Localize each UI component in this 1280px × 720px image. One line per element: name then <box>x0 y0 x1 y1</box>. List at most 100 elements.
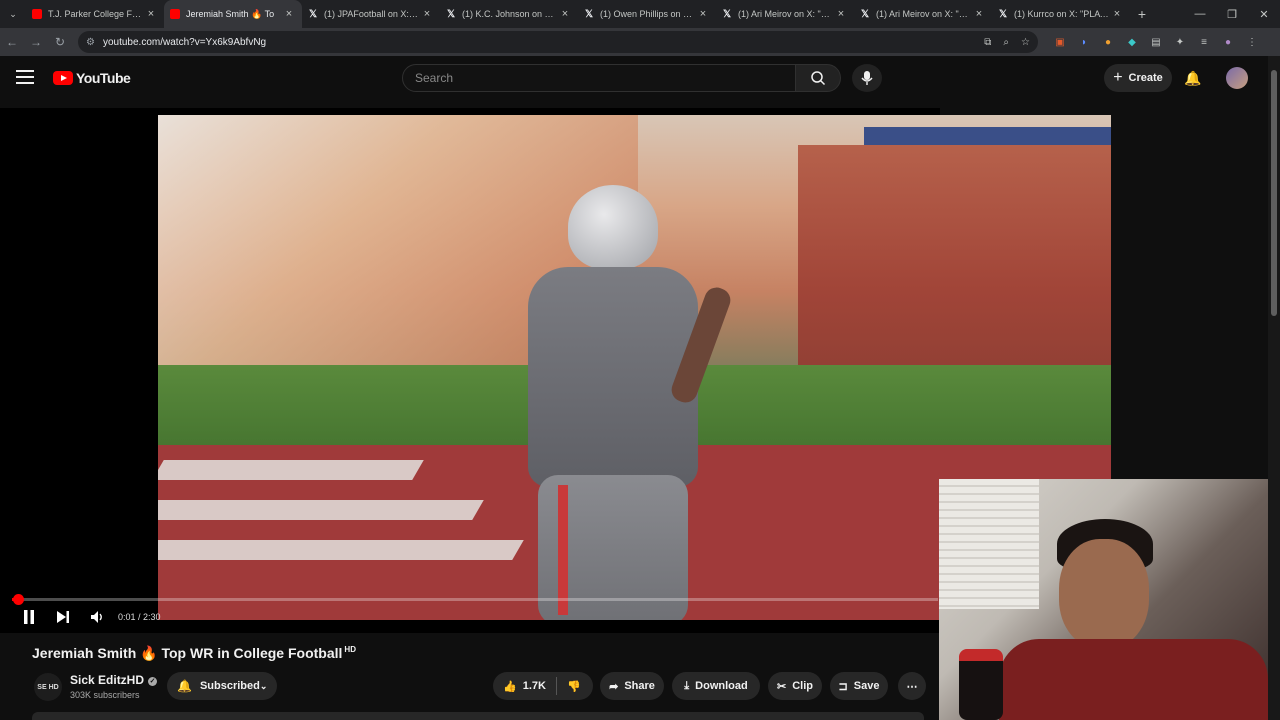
page-scrollbar[interactable] <box>1268 56 1280 720</box>
next-button[interactable] <box>46 606 80 628</box>
endzone-stripe <box>158 500 484 520</box>
person-face <box>1059 539 1149 649</box>
close-tab-icon[interactable]: × <box>972 8 986 20</box>
jersey <box>528 267 698 487</box>
profile-icon[interactable]: ● <box>1216 37 1240 48</box>
extension-icon[interactable]: ▤ <box>1144 37 1168 48</box>
scrollbar-thumb[interactable] <box>1271 70 1277 316</box>
pause-button[interactable] <box>12 606 46 628</box>
extension-icon[interactable]: ● <box>1096 37 1120 48</box>
forward-icon[interactable]: → <box>24 35 48 49</box>
create-label: Create <box>1128 72 1163 84</box>
volume-button[interactable] <box>80 606 114 628</box>
browser-tab[interactable]: 𝕏 (1) Kurrco on X: "PLAYBO × <box>992 0 1130 28</box>
tab-title: T.J. Parker College Footba <box>48 9 144 19</box>
save-button[interactable]: ⊐ Save <box>830 672 888 700</box>
new-tab-button[interactable]: + <box>1130 6 1154 22</box>
pants-stripe <box>558 485 568 615</box>
endzone-stripe <box>158 460 424 480</box>
search-placeholder: Search <box>415 71 454 85</box>
x-favicon-icon: 𝕏 <box>584 8 594 20</box>
clip-button[interactable]: ✂ Clip <box>768 672 822 700</box>
extension-icon[interactable]: ◗ <box>1072 37 1096 48</box>
x-favicon-icon: 𝕏 <box>722 8 732 20</box>
install-app-icon[interactable]: ⧉ <box>984 37 991 48</box>
extension-icon[interactable]: ◆ <box>1120 37 1144 48</box>
subscribed-label: Subscribed <box>199 680 260 692</box>
zoom-icon[interactable]: ⌕ <box>1003 37 1009 48</box>
close-tab-icon[interactable]: × <box>282 8 296 20</box>
divider <box>555 677 557 695</box>
channel-name[interactable]: Sick EditzHD ✓ <box>70 673 158 687</box>
more-dots-icon: ⋯ <box>906 680 918 693</box>
youtube-header: YouTube Search + Create 🔔 <box>0 56 1268 100</box>
share-button[interactable]: ➦ Share <box>600 672 664 700</box>
extension-icon[interactable]: ▣ <box>1048 37 1072 48</box>
video-progress-bar[interactable] <box>12 594 938 605</box>
voice-search-button[interactable] <box>852 64 882 92</box>
description-box[interactable] <box>32 712 924 720</box>
channel-name-text[interactable]: Sick EditzHD <box>70 673 144 687</box>
subscribed-button[interactable]: 🔔 Subscribed ⌄ <box>167 672 277 700</box>
browser-tab[interactable]: 𝕏 (1) K.C. Johnson on X: "La× <box>440 0 578 28</box>
endzone-stripe <box>158 540 524 560</box>
close-tab-icon[interactable]: × <box>696 8 710 20</box>
account-avatar[interactable] <box>1226 67 1248 89</box>
stadium-crowd-right <box>798 145 1111 385</box>
browser-tab[interactable]: 𝕏 (1) Ari Meirov on X: "#Co × <box>854 0 992 28</box>
youtube-play-icon <box>53 71 73 85</box>
more-actions-button[interactable]: ⋯ <box>898 672 926 700</box>
close-window-icon[interactable]: ✕ <box>1248 0 1280 28</box>
close-tab-icon[interactable]: × <box>834 8 848 20</box>
browser-menu-icon[interactable]: ⋮ <box>1240 37 1264 48</box>
browser-tab[interactable]: 𝕏 (1) Owen Phillips on X: "F × <box>578 0 716 28</box>
youtube-logo[interactable]: YouTube <box>53 70 131 86</box>
back-icon[interactable]: ← <box>0 35 24 49</box>
url-text[interactable]: youtube.com/watch?v=Yx6k9AbfvNg <box>103 37 972 48</box>
tab-title: (1) JPAFootball on X: "Wo <box>324 9 420 19</box>
x-favicon-icon: 𝕏 <box>446 8 456 20</box>
close-tab-icon[interactable]: × <box>144 8 158 20</box>
share-label: Share <box>624 680 655 692</box>
extensions-puzzle-icon[interactable]: ✦ <box>1168 37 1192 48</box>
menu-icon[interactable] <box>16 70 34 84</box>
clip-label: Clip <box>792 680 813 692</box>
person-shirt <box>999 639 1268 720</box>
download-button[interactable]: ⤓ Download <box>672 672 760 700</box>
youtube-favicon-icon <box>170 9 180 19</box>
like-count[interactable]: 1.7K <box>523 680 546 692</box>
reload-icon[interactable]: ↻ <box>48 35 72 49</box>
address-bar[interactable]: ⚙ youtube.com/watch?v=Yx6k9AbfvNg ⧉ ⌕ ☆ <box>78 31 1038 53</box>
tab-title: Jeremiah Smith 🔥 To <box>186 8 275 19</box>
minimize-icon[interactable]: — <box>1184 0 1216 28</box>
browser-tab[interactable]: Jeremiah Smith 🔥 To × <box>164 0 302 28</box>
x-favicon-icon: 𝕏 <box>308 8 318 20</box>
restore-icon[interactable]: ❐ <box>1216 0 1248 28</box>
site-info-icon[interactable]: ⚙ <box>86 37 95 48</box>
tab-title: (1) Ari Meirov on X: "#Co <box>876 9 972 19</box>
search-input[interactable]: Search <box>402 64 796 92</box>
channel-avatar[interactable]: SE HD <box>34 673 62 701</box>
close-tab-icon[interactable]: × <box>1110 8 1124 20</box>
save-label: Save <box>853 680 880 692</box>
video-player[interactable] <box>0 108 1111 633</box>
search-button[interactable] <box>795 64 841 92</box>
create-button[interactable]: + Create <box>1104 64 1172 92</box>
close-tab-icon[interactable]: × <box>558 8 572 20</box>
close-tab-icon[interactable]: × <box>420 8 434 20</box>
thumbs-down-icon[interactable]: 👎 <box>567 680 581 693</box>
reading-list-icon[interactable]: ≡ <box>1192 37 1216 48</box>
notifications-bell-icon[interactable]: 🔔 <box>1184 70 1201 87</box>
bookmark-icon: ⊐ <box>838 680 848 693</box>
browser-tab[interactable]: 𝕏 (1) Ari Meirov on X: "#Be × <box>716 0 854 28</box>
browser-tab[interactable]: 𝕏 (1) JPAFootball on X: "Wo × <box>302 0 440 28</box>
browser-tab[interactable]: T.J. Parker College Footba × <box>26 0 164 28</box>
video-title-text: Jeremiah Smith 🔥 Top WR in College Footb… <box>32 645 343 661</box>
tab-search-icon[interactable]: ⌄ <box>0 0 26 28</box>
window-blinds <box>939 479 1039 609</box>
bookmark-star-icon[interactable]: ☆ <box>1021 37 1030 48</box>
plus-icon: + <box>1113 69 1123 86</box>
thumbs-up-icon[interactable]: 👍 <box>503 680 517 693</box>
verified-check-icon: ✓ <box>148 677 158 686</box>
tab-title: (1) Ari Meirov on X: "#Be <box>738 9 834 19</box>
